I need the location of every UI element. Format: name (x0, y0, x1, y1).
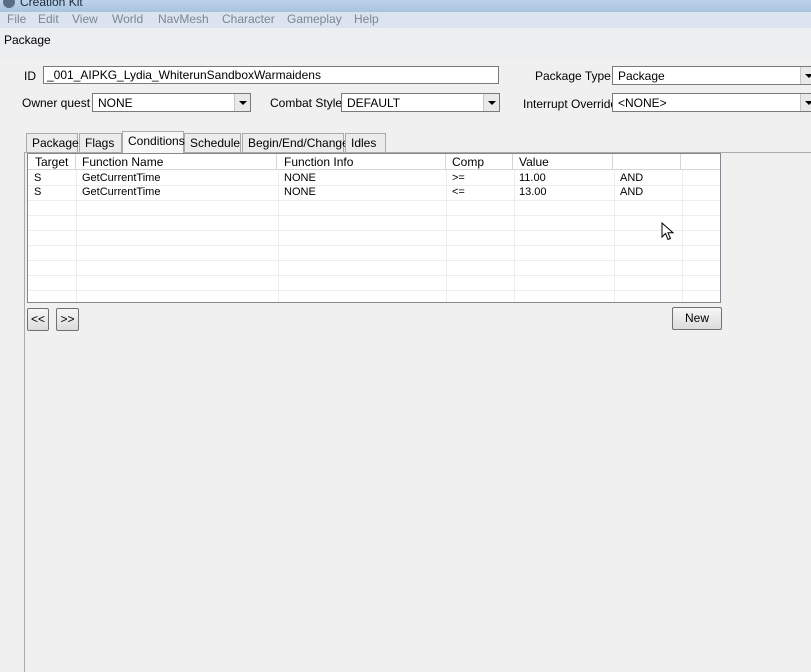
column-divider[interactable] (612, 154, 613, 170)
tab-conditions[interactable]: Conditions (122, 131, 185, 153)
grid-line (28, 245, 720, 246)
combat-style-value: DEFAULT (347, 96, 401, 110)
column-divider[interactable] (680, 154, 681, 170)
new-button[interactable]: New (672, 307, 722, 330)
app-title: Creation Kit (20, 0, 83, 9)
tab-idles[interactable]: Idles (345, 133, 386, 152)
column-header-value[interactable]: Value (519, 155, 549, 169)
grid-line (28, 200, 720, 201)
next-button[interactable]: >> (56, 308, 79, 331)
menu-view[interactable]: View (72, 12, 98, 26)
column-header-function-info[interactable]: Function Info (284, 155, 353, 169)
cell-comp: <= (452, 186, 465, 198)
cell-target: S (34, 172, 42, 184)
cell-comp: >= (452, 172, 465, 184)
dropdown-arrow-icon[interactable] (800, 94, 811, 111)
cell-function-info: NONE (284, 172, 316, 184)
grid-line (28, 275, 720, 276)
tab-package[interactable]: Package (26, 133, 79, 152)
tab-begin-end-change[interactable]: Begin/End/Change (242, 133, 349, 152)
owner-quest-label: Owner quest (22, 96, 91, 110)
prev-button[interactable]: << (27, 308, 49, 331)
menubar: File Edit View World NavMesh Character G… (0, 12, 811, 28)
table-header: Target Function Name Function Info Comp … (28, 154, 720, 170)
package-dialog: Package ID _001_AIPKG_Lydia_WhiterunSand… (0, 28, 811, 672)
tab-schedule[interactable]: Schedule (184, 133, 241, 152)
owner-quest-select[interactable]: NONE (92, 93, 251, 112)
tab-flags[interactable]: Flags (79, 133, 122, 152)
grid-line (28, 260, 720, 261)
column-divider[interactable] (75, 154, 76, 170)
conditions-table[interactable]: Target Function Name Function Info Comp … (27, 153, 721, 303)
column-divider[interactable] (445, 154, 446, 170)
dialog-titlebar: Package (0, 28, 811, 58)
column-header-target[interactable]: Target (35, 155, 68, 169)
column-header-comp[interactable]: Comp (452, 155, 484, 169)
grid-line (446, 170, 447, 302)
interrupt-override-value: <NONE> (618, 96, 667, 110)
dropdown-arrow-icon[interactable] (800, 67, 811, 84)
app-icon (3, 0, 15, 8)
column-divider[interactable] (276, 154, 277, 170)
menu-navmesh[interactable]: NavMesh (158, 12, 209, 26)
grid-line (76, 170, 77, 302)
menu-file[interactable]: File (7, 12, 26, 26)
combat-style-select[interactable]: DEFAULT (341, 93, 500, 112)
dropdown-arrow-icon[interactable] (234, 94, 250, 111)
menu-edit[interactable]: Edit (38, 12, 59, 26)
grid-line (278, 170, 279, 302)
grid-line (28, 215, 720, 216)
column-header-function-name[interactable]: Function Name (82, 155, 163, 169)
cell-target: S (34, 186, 42, 198)
cell-value: 11.00 (519, 172, 546, 184)
id-field[interactable]: _001_AIPKG_Lydia_WhiterunSandboxWarmaide… (43, 66, 499, 84)
cell-function-name: GetCurrentTime (82, 186, 161, 198)
app-titlebar: Creation Kit (0, 0, 811, 12)
grid-line (682, 170, 683, 302)
menu-character[interactable]: Character (222, 12, 275, 26)
grid-line (614, 170, 615, 302)
id-label: ID (24, 69, 36, 83)
dropdown-arrow-icon[interactable] (483, 94, 499, 111)
package-type-label: Package Type (535, 69, 611, 83)
cursor-arrow-icon (661, 222, 675, 241)
package-type-select[interactable]: Package (612, 66, 811, 85)
cell-function-name: GetCurrentTime (82, 172, 161, 184)
interrupt-override-select[interactable]: <NONE> (612, 93, 811, 112)
grid-line (28, 230, 720, 231)
cell-function-info: NONE (284, 186, 316, 198)
dialog-title: Package (4, 33, 51, 47)
package-type-value: Package (618, 69, 665, 83)
menu-gameplay[interactable]: Gameplay (287, 12, 342, 26)
cell-value: 13.00 (519, 186, 547, 198)
cell-and-or: AND (620, 172, 644, 184)
grid-line (28, 290, 720, 291)
menu-world[interactable]: World (112, 12, 143, 26)
grid-line (514, 170, 515, 302)
interrupt-override-label: Interrupt Override (523, 97, 618, 111)
menu-help[interactable]: Help (354, 12, 379, 26)
owner-quest-value: NONE (98, 96, 133, 110)
column-divider[interactable] (512, 154, 513, 170)
combat-style-label: Combat Style (270, 96, 343, 110)
cell-and-or: AND (620, 186, 644, 198)
